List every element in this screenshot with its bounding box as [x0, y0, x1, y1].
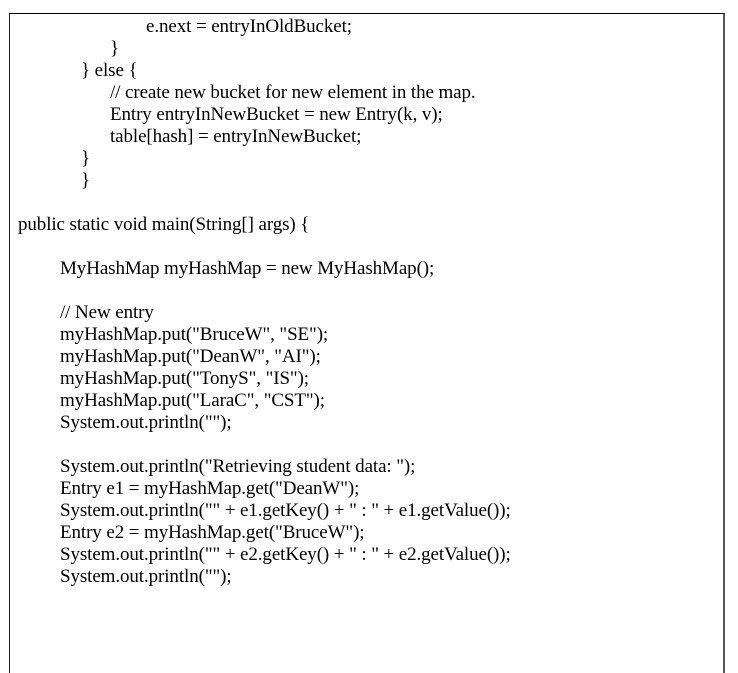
code-comment-line: // New entry	[60, 302, 154, 323]
code-line: myHashMap.put("BruceW", "SE");	[60, 324, 329, 345]
code-line: System.out.println("" + e2.getKey() + " …	[60, 544, 511, 565]
method-signature-line: public static void main(String[] args) {	[18, 214, 310, 235]
code-line: Entry e2 = myHashMap.get("BruceW");	[60, 522, 365, 543]
code-line: Entry e1 = myHashMap.get("DeanW");	[60, 478, 360, 499]
code-line: System.out.println("" + e1.getKey() + " …	[60, 500, 511, 521]
code-line: MyHashMap myHashMap = new MyHashMap();	[60, 258, 435, 279]
code-line: myHashMap.put("DeanW", "AI");	[60, 346, 321, 367]
code-line: table[hash] = entryInNewBucket;	[110, 126, 362, 147]
code-line: myHashMap.put("LaraC", "CST");	[60, 390, 325, 411]
code-listing-box: e.next = entryInOldBucket; } } else { //…	[9, 13, 725, 673]
code-line: System.out.println("Retrieving student d…	[60, 456, 416, 477]
code-line: Entry entryInNewBucket = new Entry(k, v)…	[110, 104, 443, 125]
code-line: }	[110, 38, 120, 59]
code-line: System.out.println("");	[60, 566, 232, 587]
code-line: e.next = entryInOldBucket;	[146, 16, 352, 37]
code-line: myHashMap.put("TonyS", "IS");	[60, 368, 309, 389]
code-line: System.out.println("");	[60, 412, 232, 433]
code-line: }	[81, 170, 91, 191]
code-comment-line: // create new bucket for new element in …	[110, 82, 476, 103]
code-line: } else {	[81, 60, 138, 81]
code-line: }	[81, 148, 91, 169]
